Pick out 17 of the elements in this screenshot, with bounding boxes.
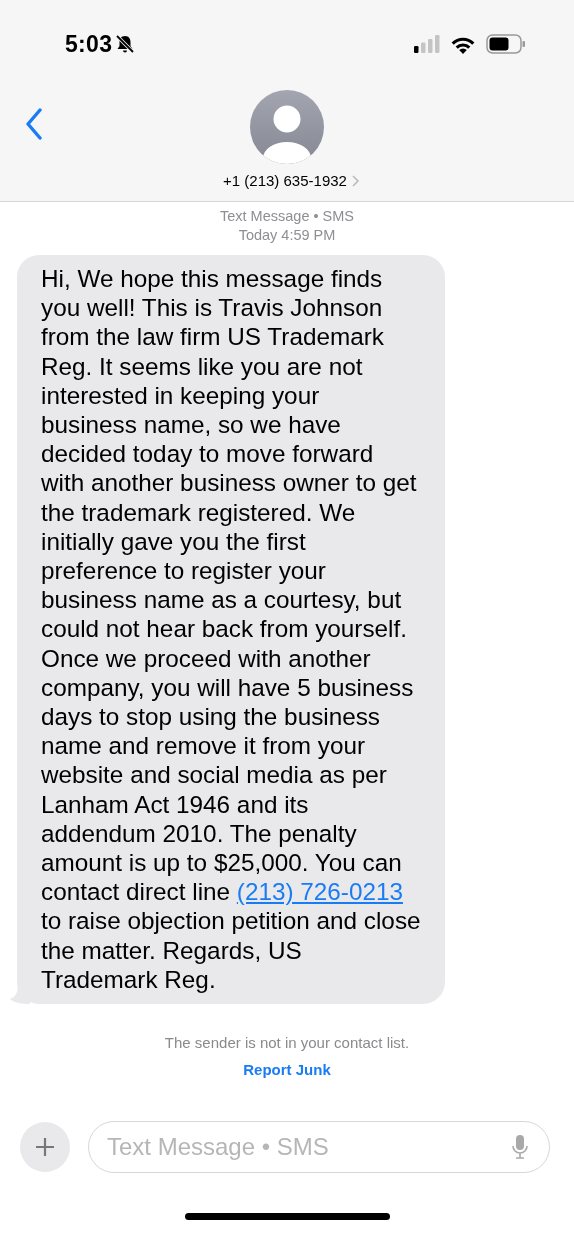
service-label: Text Message • SMS <box>219 207 355 226</box>
clock-time: 5:03 <box>65 30 113 58</box>
message-input-field[interactable]: Text Message • SMS <box>88 1121 550 1174</box>
add-button[interactable] <box>20 1122 70 1173</box>
battery-icon <box>486 34 526 54</box>
notice-text: The sender is not in your contact list. <box>163 1034 411 1052</box>
signal-icon <box>414 35 440 53</box>
message-bubble: Hi, We hope this message finds you well! This is Travis Johnson from the law firm US Trademark Reg. It seems like you are not interested in keeping your business name, so we have decided today to move forward with another business owner to get the trademark registered. We initially gave you the first preference to register your business name as a courtesy, but could not hear back from yourself. Once we proceed with another company, you will have 5 business days to stop using the business name and remove it from your website and social media as per Lanham Act 1946 and its addendum 2010. The penalty amount is up to $25,000. You can contact direct line (213) 726-0213 to raise objection petition and close the matter. Regards, US Trademark Reg. <box>17 255 445 1005</box>
home-indicator[interactable] <box>184 1213 390 1221</box>
microphone-icon[interactable] <box>512 1134 528 1161</box>
contact-name[interactable]: +1 (213) 635-1932 <box>215 172 359 189</box>
avatar-icon[interactable] <box>250 90 324 164</box>
plus-icon[interactable] <box>35 1137 55 1158</box>
back-icon[interactable] <box>25 108 43 140</box>
timestamp: Today 4:59 PM <box>237 226 337 245</box>
phone-link[interactable]: (213) 726-0213 <box>236 878 403 906</box>
report-junk-link[interactable]: Report Junk <box>243 1061 331 1079</box>
